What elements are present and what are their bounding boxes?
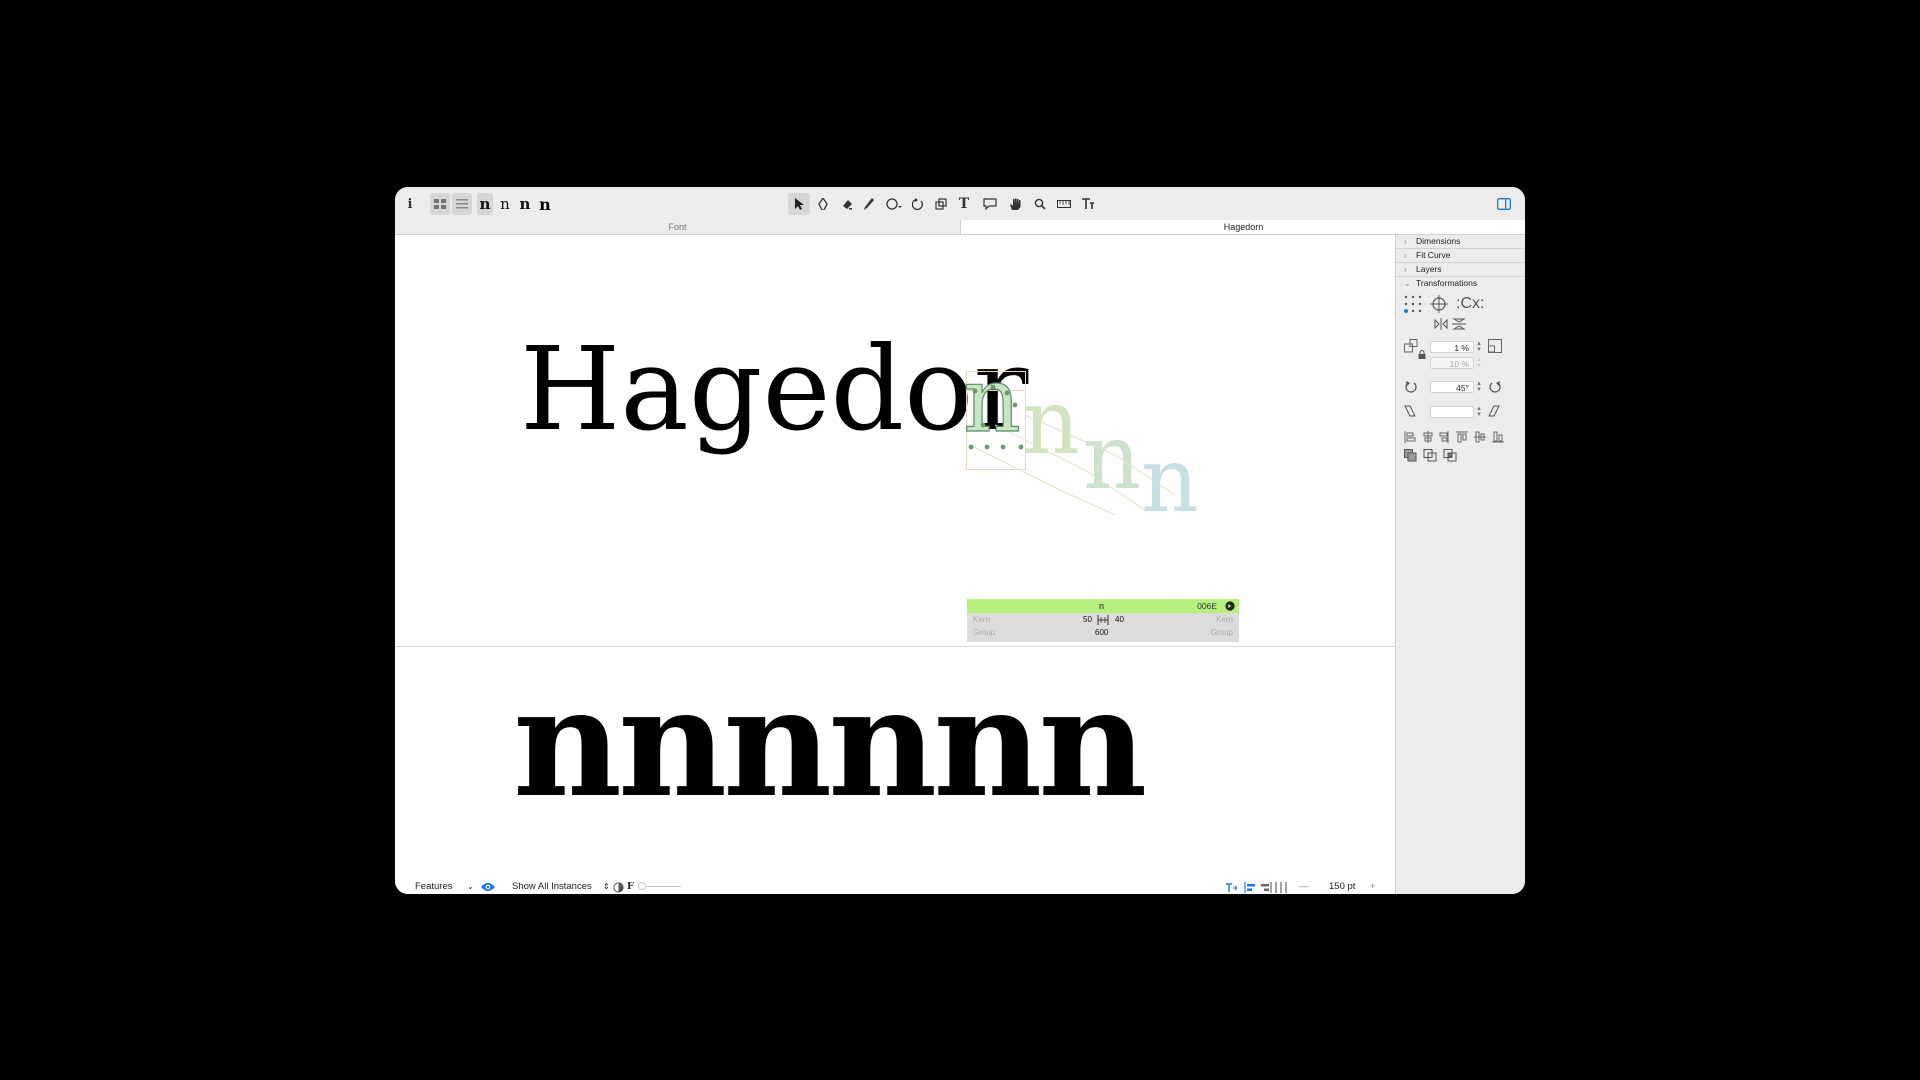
weight-regular-button[interactable]: n (497, 193, 513, 215)
info-icon[interactable]: i (403, 193, 417, 215)
kern-right-label: Kern (1216, 615, 1233, 624)
features-dropdown[interactable]: Features (415, 880, 453, 894)
section-label: Fit Curve (1416, 250, 1451, 260)
weight-bold-button[interactable]: n (537, 193, 553, 215)
section-label: Dimensions (1416, 236, 1461, 246)
select-tool-icon[interactable] (788, 193, 810, 215)
crosshair-icon[interactable] (1430, 295, 1448, 313)
annotation-tool-icon[interactable] (982, 193, 998, 215)
scale-input[interactable]: 1 % (1430, 341, 1474, 353)
scale-up-icon[interactable] (1488, 339, 1502, 353)
zoom-in-button[interactable]: + (1370, 880, 1376, 894)
weight-medium-button[interactable]: n (517, 193, 533, 215)
app-window: i n n n n T Font Hagedorn Hagedor n n n … (395, 187, 1525, 894)
grid-view-icon[interactable] (430, 193, 450, 215)
weight-light-button[interactable]: n (477, 193, 493, 215)
rotate-input[interactable]: 45° (1430, 381, 1474, 393)
rotate-cw-icon[interactable] (1488, 380, 1502, 394)
text-tool-icon[interactable]: T (957, 193, 971, 215)
section-transformations[interactable]: ⌄ Transformations (1396, 277, 1525, 290)
lock-icon[interactable] (1418, 350, 1426, 359)
text-direction-icon[interactable] (1225, 882, 1237, 893)
tab-font[interactable]: Font (395, 220, 960, 234)
zoom-out-button[interactable]: — (1299, 880, 1309, 894)
eye-icon[interactable] (481, 882, 495, 892)
chevron-right-icon: › (1404, 237, 1407, 246)
slant-stepper[interactable]: ▲ ▼ (1476, 406, 1482, 418)
origin-grid-icon[interactable] (1404, 295, 1422, 313)
flip-vertical-icon[interactable] (1452, 318, 1466, 330)
rotate-tool-icon[interactable] (911, 193, 925, 215)
group-left-label: Group (973, 628, 996, 637)
align-left-icon[interactable] (1244, 882, 1256, 893)
tab-hagedorn[interactable]: Hagedorn (960, 220, 1525, 234)
metrics-link-icon[interactable] (1095, 614, 1111, 626)
chevron-down-icon: ⌄ (1404, 279, 1411, 288)
glyph-name: n (1099, 601, 1105, 611)
component-origin-icon[interactable]: :Cx: (1456, 296, 1484, 312)
section-layers[interactable]: › Layers (1396, 263, 1525, 277)
pathfinder-icons-row[interactable] (1404, 449, 1460, 463)
list-view-icon[interactable] (452, 193, 472, 215)
eraser-tool-icon[interactable] (839, 193, 855, 215)
zoom-tool-icon[interactable] (1033, 193, 1047, 215)
measure-tool-icon[interactable] (1056, 193, 1072, 215)
slant-input[interactable] (1430, 406, 1474, 418)
sidebar-toggle-icon[interactable] (1496, 193, 1512, 215)
left-sidebearing-value[interactable]: 50 (1083, 614, 1092, 626)
status-bar: Features ⌄ Show All Instances ⇕ F — 150 … (395, 880, 1395, 894)
scale-vertical-stepper[interactable]: ▲ ▼ (1476, 357, 1482, 369)
edit-canvas[interactable]: Hagedor n n n n n 006E Kern Kern 50 40 G… (395, 235, 1395, 880)
document-tabs: Font Hagedorn (395, 220, 1525, 235)
edit-text-hagedor[interactable]: Hagedor (520, 325, 1028, 455)
chevron-right-icon: › (1404, 251, 1407, 260)
slant-left-icon[interactable] (1404, 405, 1418, 417)
kern-left-label: Kern (973, 615, 990, 624)
group-right-label: Group (1210, 628, 1233, 637)
text-metrics-tool-icon[interactable] (1080, 193, 1096, 215)
metrics-fields: Kern Kern 50 40 Group Group 600 (967, 613, 1239, 642)
glyph-nodes[interactable] (963, 385, 1033, 455)
scale-stepper[interactable]: ▲ ▼ (1476, 341, 1482, 353)
zoom-value[interactable]: 150 pt (1329, 880, 1355, 894)
flip-horizontal-icon[interactable] (1434, 318, 1448, 330)
rotate-ccw-icon[interactable] (1404, 380, 1418, 394)
glyph-metrics-panel: n 006E Kern Kern 50 40 Group Group 600 (967, 599, 1239, 642)
scale-vertical-input[interactable]: 10 % (1430, 357, 1474, 369)
f-glyph-indicator: F (627, 881, 634, 892)
scale-tool-icon[interactable] (933, 193, 949, 215)
slant-right-icon[interactable] (1488, 405, 1502, 417)
glyph-unicode: 006E (1197, 601, 1217, 611)
pen-tool-icon[interactable] (815, 193, 831, 215)
preview-divider[interactable] (395, 646, 1395, 647)
shape-tool-icon[interactable] (885, 193, 903, 215)
color-wheel-icon[interactable] (613, 882, 624, 893)
chevron-right-icon: › (1404, 265, 1407, 274)
align-right-icon[interactable] (1260, 882, 1272, 893)
vertical-text-icon[interactable] (1275, 882, 1287, 893)
hand-tool-icon[interactable] (1007, 193, 1023, 215)
right-sidebearing-value[interactable]: 40 (1115, 614, 1124, 626)
section-label: Transformations (1416, 278, 1478, 288)
instance-slider-thumb[interactable] (638, 882, 646, 890)
preview-text: nnnnnn (513, 655, 1147, 831)
go-to-glyph-icon[interactable] (1225, 601, 1235, 611)
align-icons-row[interactable] (1404, 431, 1514, 443)
show-instances-dropdown[interactable]: Show All Instances (512, 880, 592, 894)
rotate-stepper[interactable]: ▲ ▼ (1476, 381, 1482, 393)
toolbar: i n n n n T (395, 187, 1525, 220)
pencil-tool-icon[interactable] (862, 193, 876, 215)
updown-icon[interactable]: ⇕ (603, 880, 610, 894)
section-dimensions[interactable]: › Dimensions (1396, 235, 1525, 249)
glyph-info-bar: n 006E (967, 599, 1239, 613)
section-label: Layers (1416, 264, 1442, 274)
chevron-down-icon[interactable]: ⌄ (467, 880, 474, 894)
section-fit-curve[interactable]: › Fit Curve (1396, 249, 1525, 263)
glyph-width-value[interactable]: 600 (1095, 627, 1108, 639)
scale-down-icon[interactable] (1404, 339, 1418, 353)
inspector-sidebar: › Dimensions › Fit Curve › Layers ⌄ Transfor… (1395, 235, 1525, 894)
